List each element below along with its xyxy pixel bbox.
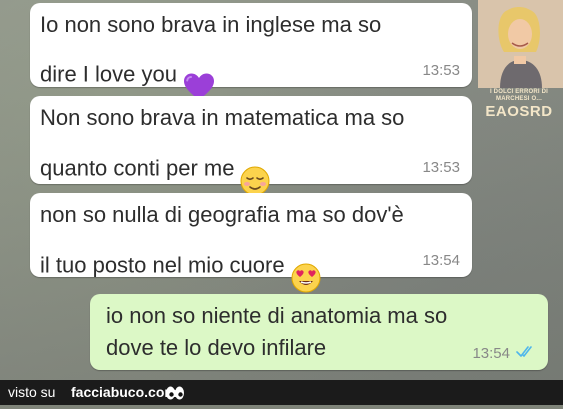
message-bubble-incoming[interactable]: Io non sono brava in inglese ma so dire … [30, 3, 472, 100]
site-link[interactable]: facciabuco.com [71, 380, 177, 405]
watermark-logo: I DOLCI ERRORI DI MARCHESI O... EAOSRD [485, 89, 553, 120]
message-text: non so nulla di geografia ma so dov'è il… [40, 199, 462, 302]
message-bubble-incoming[interactable]: Non sono brava in matematica ma so quant… [30, 96, 472, 196]
message-timestamp: 13:54 [472, 345, 536, 362]
message-timestamp: 13:53 [422, 159, 460, 176]
message-text: Io non sono brava in inglese ma so dire … [40, 9, 462, 110]
footer-bar: visto su facciabuco.com [0, 380, 563, 405]
message-bubble-incoming[interactable]: non so nulla di geografia ma so dov'è il… [30, 193, 472, 293]
message-text: Non sono brava in matematica ma so quant… [40, 102, 462, 205]
eyes-icon [165, 384, 185, 409]
heart-eyes-face-icon [291, 231, 321, 302]
message-timestamp: 13:54 [422, 252, 460, 269]
message-timestamp: 13:53 [422, 62, 460, 79]
message-bubble-outgoing[interactable]: io non so niente di anatomia ma so dove … [90, 294, 548, 370]
watermark-photo [478, 0, 563, 88]
double-check-read-icon [516, 346, 536, 362]
visto-su-label: visto su [8, 384, 56, 400]
